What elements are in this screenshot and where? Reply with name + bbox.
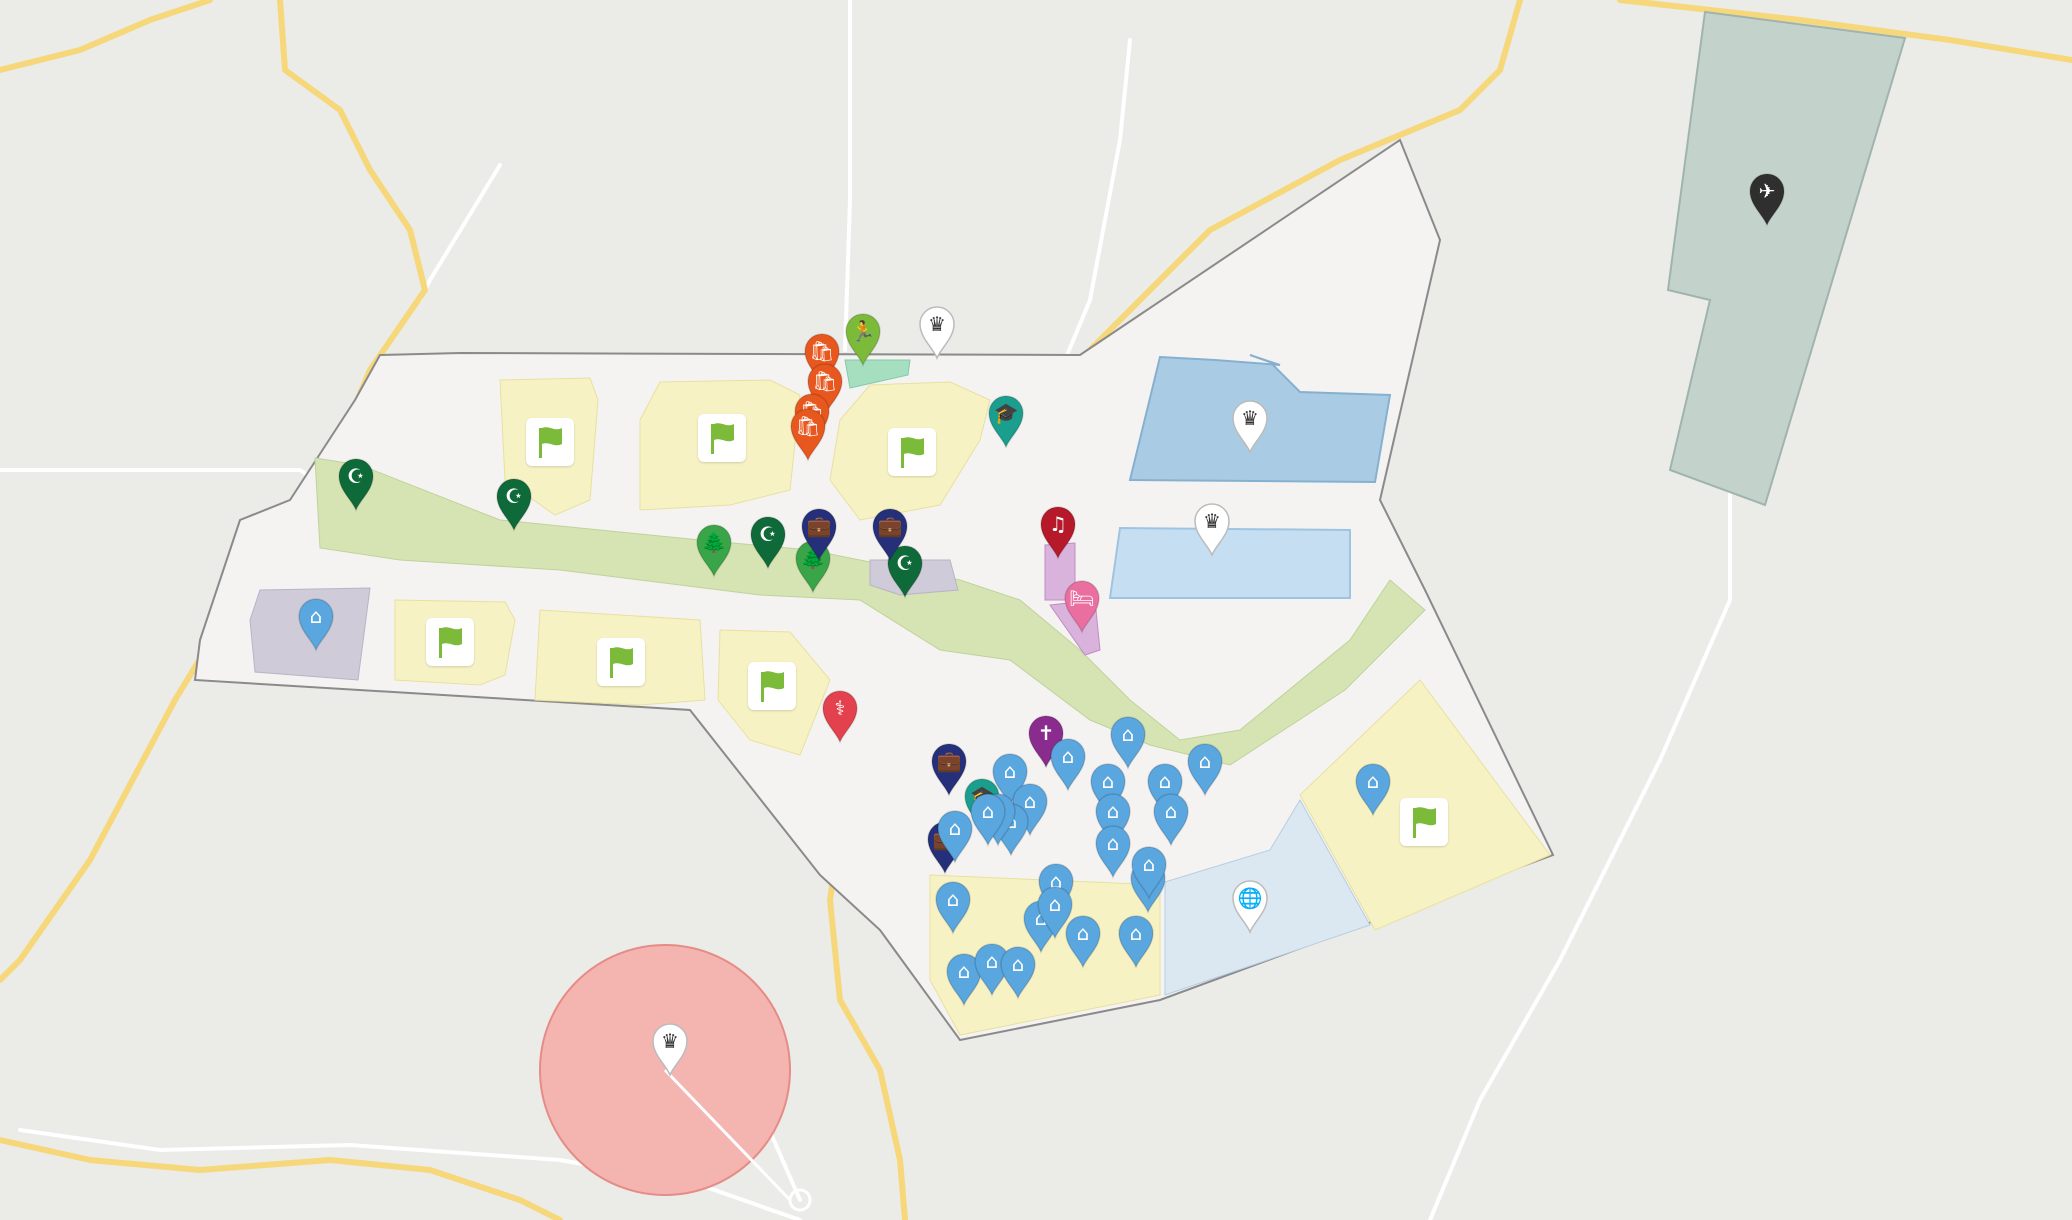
flag-marker[interactable] xyxy=(597,638,645,686)
stethoscope-marker[interactable]: ⚕ xyxy=(820,688,860,744)
home-icon: ⌂ xyxy=(1011,952,1025,976)
home-icon: ⌂ xyxy=(1129,921,1143,945)
home-icon: ⌂ xyxy=(1366,769,1380,793)
airport-marker[interactable]: ✈ xyxy=(1747,171,1787,227)
globe-marker[interactable]: 🌐 xyxy=(1230,878,1270,934)
mosque-crescent-icon: ☪ xyxy=(347,464,365,488)
home-icon: ⌂ xyxy=(981,799,995,823)
briefcase-icon: 💼 xyxy=(877,514,903,538)
home-marker[interactable]: ⌂ xyxy=(998,944,1038,1000)
home-marker[interactable]: ⌂ xyxy=(1116,913,1156,969)
home-marker[interactable]: ⌂ xyxy=(1129,844,1169,900)
shopping-bag-marker[interactable]: 🛍 xyxy=(788,406,828,462)
map-canvas[interactable]: ✈♛♛♛♛🏃🛍🛍🛍🛍🎓☪☪☪☪🌲🌲💼💼💼💼♫🛏⚕✝🎓🌐⌂⌂⌂⌂⌂⌂⌂⌂⌂⌂⌂⌂⌂… xyxy=(0,0,2072,1220)
briefcase-marker[interactable]: 💼 xyxy=(799,506,839,562)
home-marker[interactable]: ⌂ xyxy=(933,879,973,935)
eagle-emblem-marker[interactable]: ♛ xyxy=(917,304,957,360)
eagle-emblem-icon: ♛ xyxy=(661,1029,679,1053)
stethoscope-icon: ⚕ xyxy=(834,696,846,720)
flag-icon xyxy=(610,647,633,678)
home-icon: ⌂ xyxy=(1164,799,1178,823)
airport-icon: ✈ xyxy=(1758,179,1776,203)
flag-marker[interactable] xyxy=(888,428,936,476)
flag-marker[interactable] xyxy=(1400,798,1448,846)
tree-marker[interactable]: 🌲 xyxy=(694,522,734,578)
hotel-bed-marker[interactable]: 🛏 xyxy=(1062,578,1102,634)
home-marker[interactable]: ⌂ xyxy=(968,791,1008,847)
flag-marker[interactable] xyxy=(698,414,746,462)
eagle-emblem-icon: ♛ xyxy=(928,312,946,336)
flag-icon xyxy=(761,671,784,702)
graduation-cap-icon: 🎓 xyxy=(993,401,1019,425)
mosque-crescent-marker[interactable]: ☪ xyxy=(336,456,376,512)
mosque-crescent-marker[interactable]: ☪ xyxy=(494,476,534,532)
home-icon: ⌂ xyxy=(946,887,960,911)
briefcase-icon: 💼 xyxy=(806,514,832,538)
home-icon: ⌂ xyxy=(1048,892,1062,916)
running-marker[interactable]: 🏃 xyxy=(843,311,883,367)
home-icon: ⌂ xyxy=(1061,744,1075,768)
airport-zone[interactable] xyxy=(1666,10,1907,507)
mosque-crescent-icon: ☪ xyxy=(505,484,523,508)
home-icon: ⌂ xyxy=(1142,852,1156,876)
mosque-crescent-marker[interactable]: ☪ xyxy=(748,514,788,570)
home-marker[interactable]: ⌂ xyxy=(1151,791,1191,847)
graduation-cap-marker[interactable]: 🎓 xyxy=(986,393,1026,449)
music-note-marker[interactable]: ♫ xyxy=(1038,504,1078,560)
home-icon: ⌂ xyxy=(1106,799,1120,823)
flag-marker[interactable] xyxy=(748,662,796,710)
shopping-bag-icon: 🛍 xyxy=(795,414,821,438)
home-marker[interactable]: ⌂ xyxy=(296,596,336,652)
globe-icon: 🌐 xyxy=(1237,886,1263,910)
home-icon: ⌂ xyxy=(1121,722,1135,746)
tree-icon: 🌲 xyxy=(701,530,727,554)
home-icon: ⌂ xyxy=(1198,749,1212,773)
running-icon: 🏃 xyxy=(850,319,876,343)
hotel-bed-icon: 🛏 xyxy=(1069,586,1095,610)
eagle-emblem-marker[interactable]: ♛ xyxy=(1192,501,1232,557)
eagle-emblem-marker[interactable]: ♛ xyxy=(650,1021,690,1077)
flag-icon xyxy=(901,437,924,468)
home-marker[interactable]: ⌂ xyxy=(1093,823,1133,879)
flag-marker[interactable] xyxy=(526,418,574,466)
mosque-crescent-icon: ☪ xyxy=(759,522,777,546)
eagle-emblem-marker[interactable]: ♛ xyxy=(1230,398,1270,454)
home-marker[interactable]: ⌂ xyxy=(1353,761,1393,817)
eagle-emblem-icon: ♛ xyxy=(1241,406,1259,430)
home-icon: ⌂ xyxy=(1106,831,1120,855)
briefcase-icon: 💼 xyxy=(936,749,962,773)
briefcase-marker[interactable]: 💼 xyxy=(870,506,910,562)
eagle-emblem-icon: ♛ xyxy=(1203,509,1221,533)
flag-icon xyxy=(539,427,562,458)
home-icon: ⌂ xyxy=(309,604,323,628)
home-marker[interactable]: ⌂ xyxy=(1035,884,1075,940)
flag-icon xyxy=(1413,807,1436,838)
flag-icon xyxy=(711,423,734,454)
home-marker[interactable]: ⌂ xyxy=(1185,741,1225,797)
flag-marker[interactable] xyxy=(426,618,474,666)
music-note-icon: ♫ xyxy=(1049,512,1067,536)
flag-icon xyxy=(439,627,462,658)
home-marker[interactable]: ⌂ xyxy=(1048,736,1088,792)
